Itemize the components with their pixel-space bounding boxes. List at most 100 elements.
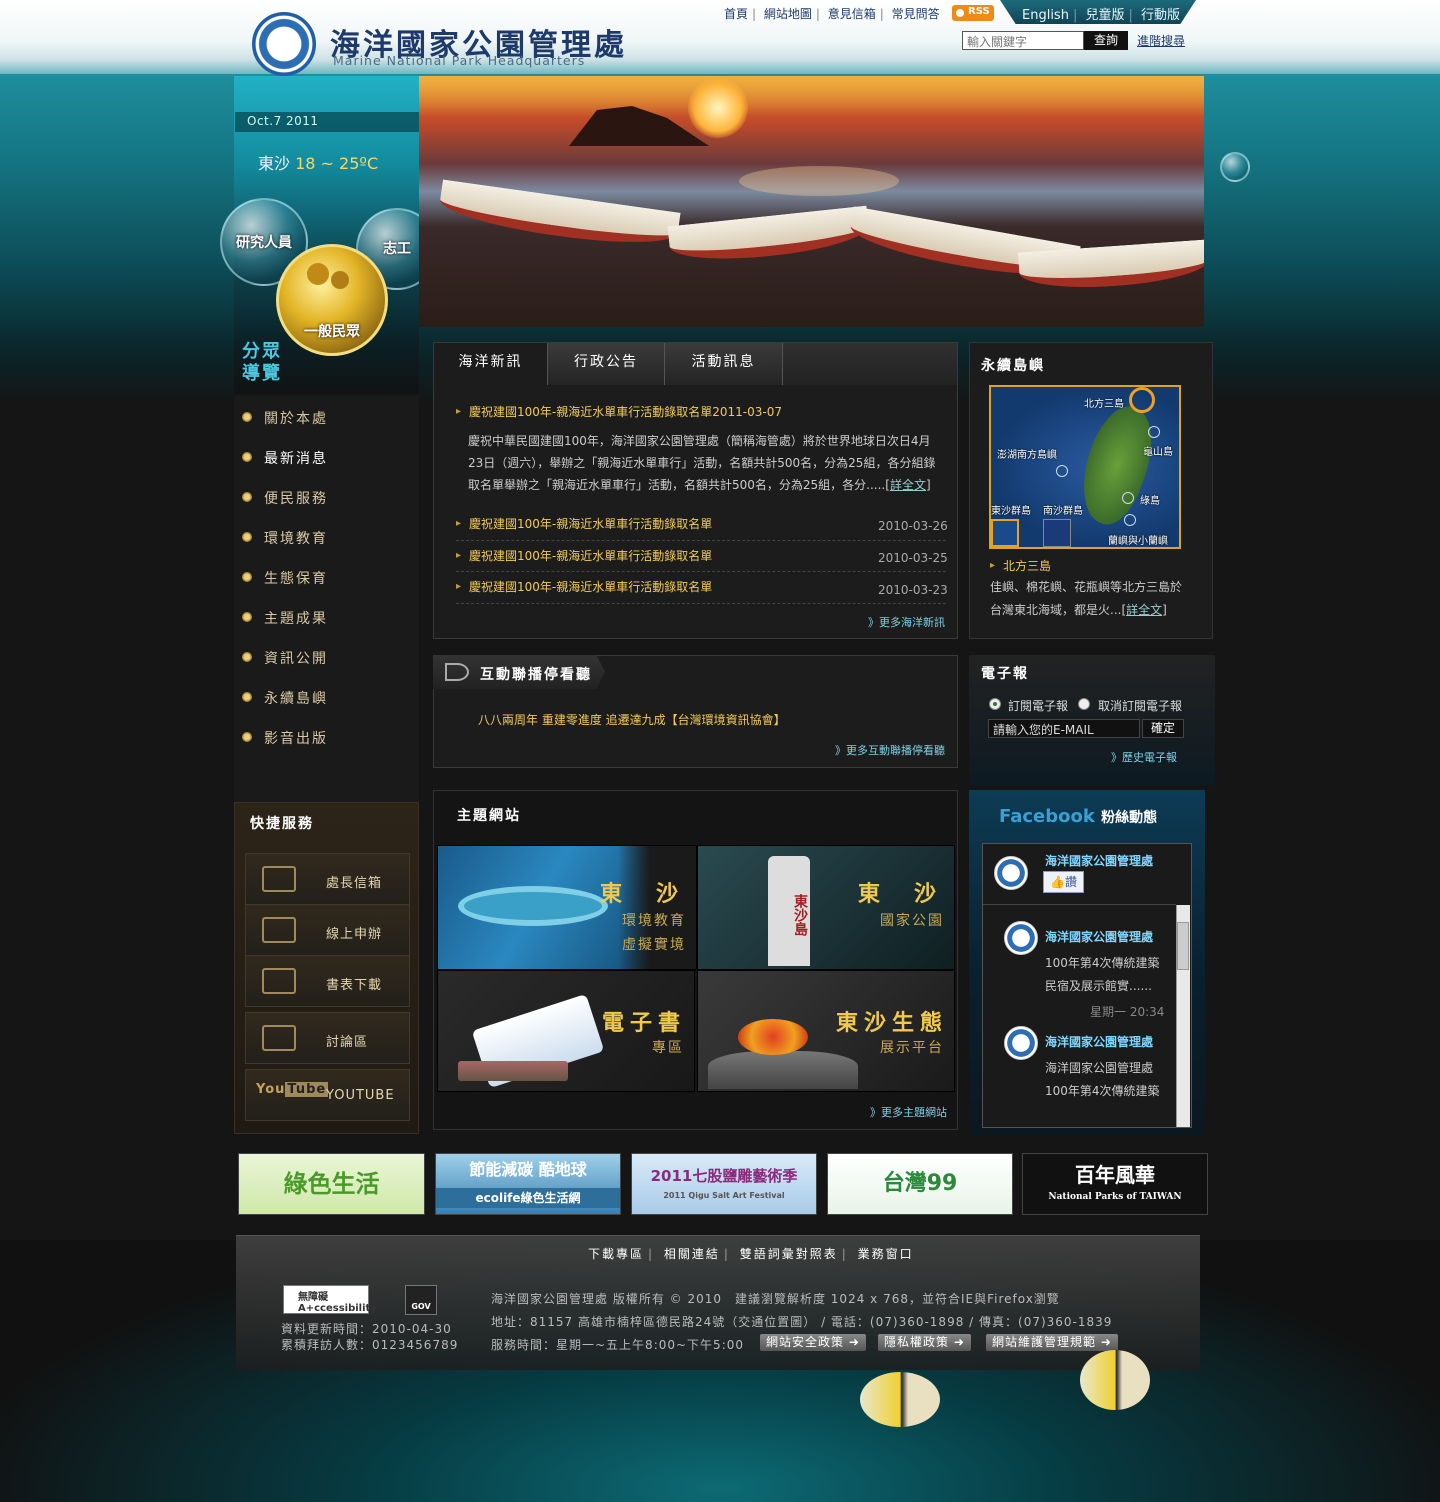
site-subtitle: Marine National Park Headquarters (333, 53, 586, 68)
theme-tile-dongsha-education[interactable]: 東 沙 環境教育 虛擬實境 (437, 845, 697, 970)
accessibility-badge[interactable]: 無障礙 A+ccessibility (283, 1285, 377, 1314)
banner-label: 綠色生活 (283, 1170, 380, 1198)
dongsha-stone-marker: 東沙島 (768, 856, 810, 966)
fb-post-author[interactable]: 海洋國家公園管理處 (1045, 1033, 1153, 1050)
quick-link-director-mailbox[interactable]: 處長信箱 (245, 853, 410, 905)
footer-link-glossary[interactable]: 雙語詞彙對照表 (740, 1247, 838, 1261)
epaper-history-link[interactable]: 》歷史電子報 (1111, 749, 1177, 765)
lang-english[interactable]: English (1022, 8, 1069, 23)
epaper-confirm-button[interactable]: 確定 (1142, 719, 1184, 738)
featured-news-text: 慶祝中華民國建國100年，海洋國家公園管理處（簡稱海管處）將於世界地球日次日4月… (468, 434, 936, 492)
theme-tile-dongsha-park[interactable]: 東沙島 東 沙 國家公園 (697, 845, 955, 970)
tab-announcements[interactable]: 行政公告 (548, 343, 665, 385)
more-news-link[interactable]: 》更多海洋新訊 (868, 614, 945, 630)
privacy-policy-label: 隱私權政策 (884, 1335, 950, 1349)
guide-title-line1: 分眾 (242, 341, 282, 362)
featured-news-title[interactable]: 慶祝建國100年-親海近水單車行活動錄取名單2011-03-07 (469, 403, 782, 420)
butterflyfish-decoration (1080, 1350, 1150, 1410)
rss-button[interactable]: RSS (952, 5, 994, 21)
interactive-item[interactable]: 八八兩周年 重建零進度 追遷達九成【台灣環境資訊協會】 (478, 711, 786, 728)
island-marker[interactable] (1148, 426, 1160, 438)
sidebar-item-services[interactable]: 便民服務 (242, 488, 328, 508)
footer-link-contact[interactable]: 業務窗口 (858, 1247, 914, 1261)
top-link-feedback[interactable]: 意見信箱 (828, 7, 876, 21)
logo-emblem[interactable] (252, 12, 316, 76)
footer-link-downloads[interactable]: 下載專區 (588, 1247, 644, 1261)
selected-island-title[interactable]: 北方三島 (1003, 557, 1051, 574)
news-item-title[interactable]: 慶祝建國100年-親海近水單車行活動錄取名單 (469, 578, 712, 595)
banner-ecolife[interactable]: 節能減碳 酷地球 ecolife綠色生活網 (435, 1153, 621, 1215)
sidebar-item-islands[interactable]: 永續島嶼 (242, 688, 328, 708)
quick-link-forms-download[interactable]: 書表下載 (245, 955, 410, 1007)
map-label: 綠島 (1140, 496, 1160, 507)
unsubscribe-label: 取消訂閱電子報 (1098, 699, 1183, 713)
sidebar-item-about[interactable]: 關於本處 (242, 408, 328, 428)
fb-like-button[interactable]: 👍讚 (1043, 871, 1084, 893)
fb-scrollbar-thumb[interactable] (1177, 922, 1189, 970)
selected-island-marker (1129, 387, 1155, 413)
top-link-home[interactable]: 首頁 (724, 7, 748, 21)
news-item-title[interactable]: 慶祝建國100年-親海近水單車行活動錄取名單 (469, 515, 712, 532)
banner-qigu-salt[interactable]: 2011七股鹽雕藝術季 2011 Qigu Salt Art Festival (631, 1153, 817, 1215)
search-button[interactable]: 查詢 (1084, 31, 1128, 50)
dongsha-inset[interactable] (991, 519, 1019, 547)
fb-post-line: 海洋國家公園管理處 (1045, 1061, 1154, 1075)
footer-link-related[interactable]: 相關連結 (664, 1247, 720, 1261)
email-field[interactable]: 請輸入您的E-MAIL (988, 719, 1140, 738)
tab-ocean-news[interactable]: 海洋新訊 (434, 343, 548, 385)
top-link-faq[interactable]: 常見問答 (892, 7, 940, 21)
top-link-sitemap[interactable]: 網站地圖 (764, 7, 812, 21)
quick-link-online-application[interactable]: 線上申辦 (245, 904, 410, 956)
sand-image (708, 1051, 858, 1089)
page-avatar[interactable] (994, 856, 1028, 890)
sidebar-item-education[interactable]: 環境教育 (242, 528, 328, 548)
sidebar-item-info[interactable]: 資訊公開 (242, 648, 328, 668)
tab-events[interactable]: 活動訊息 (665, 343, 783, 385)
sidebar-item-news[interactable]: 最新消息 (242, 448, 328, 468)
more-interactive-link[interactable]: 》更多互動聯播停看聽 (835, 742, 945, 758)
theme-tile-dongsha-ecology[interactable]: 東沙生態 展示平台 (697, 970, 955, 1092)
news-item-date: 2010-03-23 (878, 583, 948, 597)
island-read-more[interactable]: 詳全文 (1126, 603, 1162, 617)
maintenance-policy-button[interactable]: 網站維護管理規範 ➜ (986, 1334, 1118, 1351)
banner-label: 百年風華 (1075, 1163, 1155, 1187)
lang-kids[interactable]: 兒童版 (1085, 8, 1124, 23)
quick-link-youtube[interactable]: You Tube YOUTUBE (245, 1069, 410, 1121)
featured-read-more[interactable]: 詳全文 (890, 478, 926, 492)
update-time: 資料更新時間：2010-04-30 (281, 1322, 452, 1336)
fb-page-name[interactable]: 海洋國家公園管理處 (1045, 852, 1153, 869)
nansha-inset[interactable] (1043, 519, 1071, 547)
island-marker[interactable] (1122, 492, 1134, 504)
fb-like-label: 讚 (1064, 875, 1077, 889)
banner-sub: ecolife綠色生活網 (436, 1188, 620, 1208)
advanced-search-link[interactable]: 進階搜尋 (1137, 32, 1185, 49)
quick-link-label: 線上申辦 (326, 927, 383, 942)
epaper-title: 電子報 (981, 666, 1029, 682)
banner-national-parks[interactable]: 百年風華 National Parks of TAIWAN (1022, 1153, 1208, 1215)
fb-post-time: 星期一 20:34 (1090, 1005, 1165, 1019)
tab-bar-filler (783, 343, 957, 385)
banner-taiwan99[interactable]: 台灣99 (827, 1153, 1013, 1215)
fb-post-author[interactable]: 海洋國家公園管理處 (1045, 928, 1153, 945)
privacy-policy-button[interactable]: 隱私權政策 ➜ (878, 1334, 971, 1351)
banner-green-living[interactable]: 綠色生活 (238, 1153, 425, 1215)
quick-link-forum[interactable]: 討論區 (245, 1012, 410, 1064)
island-marker[interactable] (1056, 465, 1068, 477)
sidebar-item-conservation[interactable]: 生態保育 (242, 568, 328, 588)
bubble-decoration (1220, 152, 1250, 182)
audience-public-bubble[interactable]: 一般民眾 (276, 244, 388, 356)
sidebar-item-results[interactable]: 主題成果 (242, 608, 328, 628)
security-policy-button[interactable]: 網站安全政策 ➜ (760, 1334, 866, 1351)
unsubscribe-radio[interactable] (1078, 698, 1090, 710)
sidebar-item-media[interactable]: 影音出版 (242, 728, 328, 748)
canoe-image (437, 179, 681, 253)
more-themes-link[interactable]: 》更多主題網站 (870, 1104, 947, 1120)
theme-tile-ebook[interactable]: 電子書 專區 (437, 970, 695, 1092)
news-item-title[interactable]: 慶祝建國100年-親海近水單車行活動錄取名單 (469, 547, 712, 564)
island-marker[interactable] (1124, 514, 1136, 526)
gov-badge[interactable]: GOV (405, 1285, 437, 1315)
guide-title-line2: 導覽 (242, 363, 282, 384)
search-input[interactable]: 輸入關鍵字 (962, 31, 1084, 50)
lang-mobile[interactable]: 行動版 (1141, 8, 1180, 23)
subscribe-radio[interactable] (989, 698, 1001, 710)
